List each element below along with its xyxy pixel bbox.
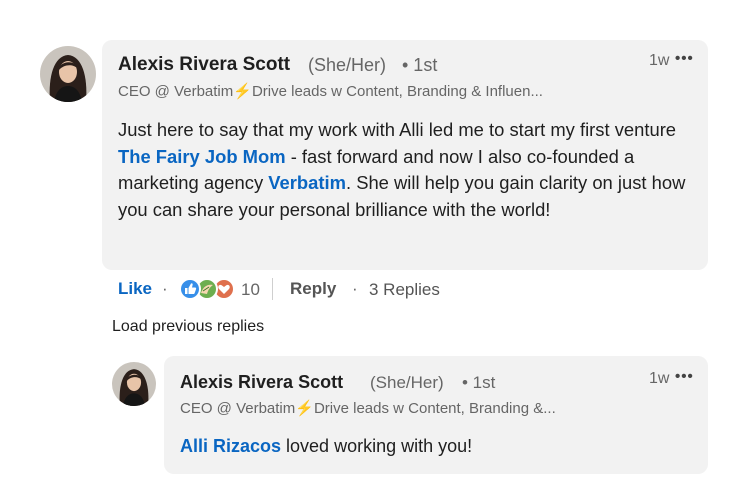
like-button[interactable]: Like [118, 279, 152, 299]
lightning-icon: ⚡ [233, 83, 252, 100]
load-previous-replies-button[interactable]: Load previous replies [112, 318, 264, 336]
divider [272, 278, 273, 300]
reactions-summary[interactable] [179, 278, 235, 300]
comment-text-part: Just here to say that my work with Alli … [118, 119, 677, 140]
connection-degree: • 1st [402, 55, 438, 75]
headline-suffix: Drive leads w Content, Branding & Influe… [251, 83, 543, 100]
more-options-icon[interactable]: ••• [675, 368, 694, 385]
avatar[interactable] [40, 46, 96, 102]
like-reaction-icon [179, 278, 201, 300]
separator-dot: · [352, 279, 358, 298]
mention-link[interactable]: Alli Rizacos [180, 436, 281, 456]
reply-text: Alli Rizacos loved working with you! [180, 434, 700, 458]
reply-time: 1w [649, 370, 670, 387]
lightning-icon: ⚡ [295, 400, 314, 417]
connection-degree: • 1st [462, 373, 496, 392]
reply-author-name[interactable]: Alexis Rivera Scott [180, 372, 343, 393]
comment-author-name[interactable]: Alexis Rivera Scott [118, 54, 290, 76]
comment-text: Just here to say that my work with Alli … [118, 117, 693, 223]
mention-link[interactable]: Verbatim [268, 172, 346, 193]
headline-prefix: CEO @ Verbatim [180, 400, 296, 417]
mention-link[interactable]: The Fairy Job Mom [118, 146, 286, 167]
more-options-icon[interactable]: ••• [675, 50, 694, 67]
comment-time: 1w [649, 52, 670, 69]
separator-dot: · [162, 279, 168, 298]
headline-prefix: CEO @ Verbatim [118, 83, 234, 100]
headline-suffix: Drive leads w Content, Branding &... [313, 400, 556, 417]
reply-button[interactable]: Reply [290, 279, 336, 299]
comment-author-pronouns: (She/Her) [308, 55, 387, 75]
reply-author-pronouns: (She/Her) [370, 373, 444, 392]
comment-author-headline: CEO @ Verbatim⚡Drive leads w Content, Br… [118, 82, 543, 100]
avatar[interactable] [112, 362, 156, 406]
reply-text-part: loved working with you! [281, 436, 473, 456]
reaction-count[interactable]: 10 [241, 280, 260, 300]
reply-author-headline: CEO @ Verbatim⚡Drive leads w Content, Br… [180, 399, 556, 417]
replies-count-link[interactable]: 3 Replies [369, 280, 440, 300]
